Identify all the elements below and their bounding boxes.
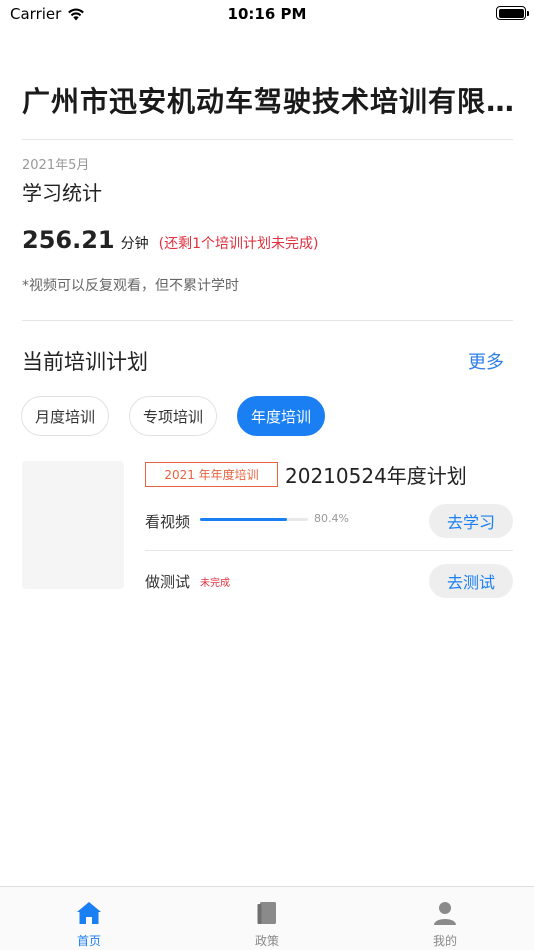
tabbar-label: 政策 <box>254 934 279 948</box>
plan-section-title: 当前培训计划 <box>22 350 148 374</box>
video-note: *视频可以反复观看，但不累计学时 <box>22 278 239 294</box>
tabbar-label: 我的 <box>432 934 457 948</box>
stats-title: 学习统计 <box>22 181 102 205</box>
go-study-button[interactable]: 去学习 <box>429 504 513 538</box>
tab-label: 年度培训 <box>250 407 311 426</box>
tab-bar: 首页 政策 我的 <box>0 886 534 950</box>
plan-thumbnail[interactable] <box>22 461 124 589</box>
tab-annual-training[interactable]: 年度培训 <box>237 396 325 436</box>
tab-special-training[interactable]: 专项培训 <box>129 396 217 436</box>
test-status: 未完成 <box>200 578 230 589</box>
minutes-value: 256.21 <box>22 226 115 254</box>
home-icon <box>77 902 101 924</box>
watch-video-label: 看视频 <box>145 513 191 531</box>
book-icon <box>257 902 276 924</box>
company-title: 广州市迅安机动车驾驶技术培训有限... <box>22 85 518 118</box>
video-progress-fill <box>200 518 287 521</box>
remaining-note: (还剩1个培训计划未完成) <box>158 236 319 252</box>
row-divider <box>145 550 513 551</box>
minutes-row: 256.21 分钟 (还剩1个培训计划未完成) <box>22 226 318 254</box>
tab-monthly-training[interactable]: 月度培训 <box>21 396 109 436</box>
plan-badge: 2021 年年度培训 <box>145 462 278 487</box>
plan-name: 20210524年度计划 <box>285 464 467 488</box>
tabbar-item-home[interactable]: 首页 <box>0 887 178 950</box>
status-bar: Carrier 10:16 PM <box>0 0 534 28</box>
tab-label: 专项培训 <box>142 407 203 426</box>
tabbar-item-mine[interactable]: 我的 <box>356 887 534 950</box>
take-test-label: 做测试 <box>145 573 191 591</box>
divider <box>22 320 513 321</box>
more-link[interactable]: 更多 <box>468 348 504 374</box>
video-progress-bar <box>200 518 308 521</box>
go-test-button[interactable]: 去测试 <box>429 564 513 598</box>
divider <box>22 139 513 140</box>
tabbar-item-policy[interactable]: 政策 <box>178 887 356 950</box>
minutes-unit: 分钟 <box>120 236 149 252</box>
battery-icon <box>496 6 529 20</box>
tabbar-label: 首页 <box>76 934 101 948</box>
clock: 10:16 PM <box>227 5 307 23</box>
video-progress-text: 80.4% <box>314 512 349 525</box>
tab-label: 月度培训 <box>34 407 95 426</box>
person-icon <box>434 902 456 925</box>
stats-month: 2021年5月 <box>22 158 90 173</box>
